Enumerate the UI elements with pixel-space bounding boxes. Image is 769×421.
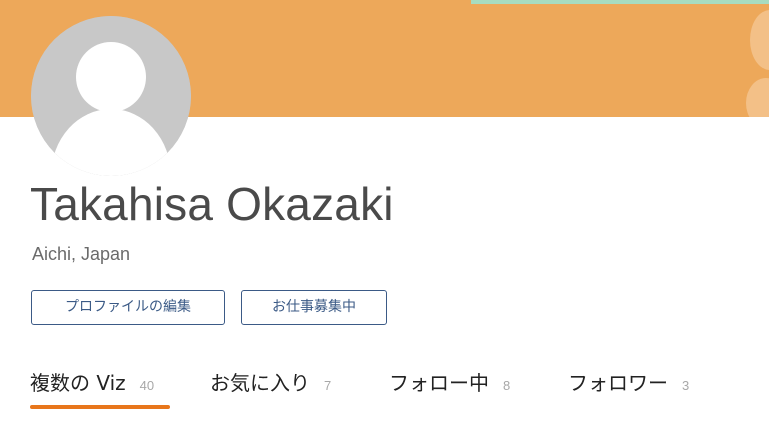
open-to-work-button[interactable]: お仕事募集中 — [241, 290, 387, 325]
tab-count: 8 — [503, 378, 511, 393]
edit-profile-button[interactable]: プロファイルの編集 — [31, 290, 225, 325]
tab-following[interactable]: フォロー中 8 — [389, 368, 510, 398]
tab-followers[interactable]: フォロワー 3 — [568, 368, 689, 398]
profile-location: Aichi, Japan — [32, 244, 131, 264]
banner-decoration — [750, 10, 769, 70]
tab-label: フォロー中 — [389, 371, 489, 395]
active-tab-indicator — [30, 405, 170, 409]
banner-decoration — [746, 78, 769, 117]
banner-accent-stripe — [471, 0, 769, 4]
avatar — [31, 16, 191, 176]
default-user-avatar-icon — [31, 16, 191, 176]
tab-count: 7 — [324, 378, 332, 393]
tab-label: フォロワー — [568, 371, 668, 395]
tab-count: 3 — [682, 378, 690, 393]
tab-count: 40 — [139, 378, 155, 393]
tab-favorites[interactable]: お気に入り 7 — [210, 368, 331, 398]
profile-name: Takahisa Okazaki — [30, 178, 394, 230]
tab-label: お気に入り — [210, 371, 310, 395]
tab-label: 複数の Viz — [30, 371, 126, 395]
tab-vizzes[interactable]: 複数の Viz 40 — [30, 368, 154, 398]
